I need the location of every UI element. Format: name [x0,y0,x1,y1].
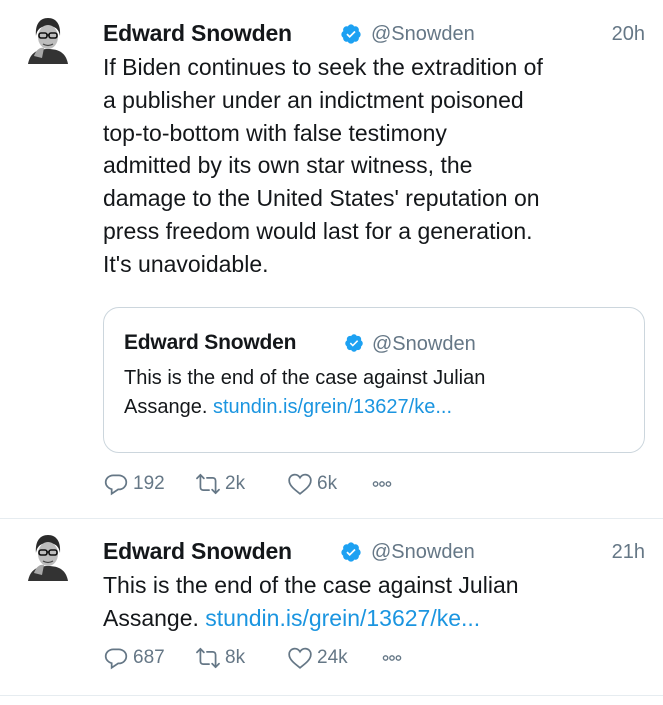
timestamp[interactable]: 21h [612,541,645,564]
retweet-count: 8k [225,647,246,668]
avatar[interactable] [26,533,70,581]
quoted-tweet-text: This is the end of the case against Juli… [124,364,634,422]
retweet-button[interactable]: 2k [195,470,245,498]
reply-icon [103,471,129,497]
reply-count: 687 [133,647,165,668]
retweet-count: 2k [225,473,246,494]
like-count: 24k [317,647,348,668]
tweet-actions: 192 2k 6k [103,470,523,498]
reply-count: 192 [133,473,165,494]
tweet-link[interactable]: stundin.is/grein/13627/ke... [205,605,480,631]
like-button[interactable]: 24k [287,644,348,672]
avatar[interactable] [26,16,70,64]
author-name[interactable]: Edward Snowden [103,20,292,47]
tweet-text: If Biden continues to seek the extraditi… [103,54,543,277]
quoted-link[interactable]: stundin.is/grein/13627/ke... [213,396,452,418]
heart-icon [287,471,313,497]
tweet-actions: 687 8k 24k [103,644,523,672]
retweet-icon [195,471,221,497]
quoted-author-name: Edward Snowden [124,331,297,354]
heart-icon [287,645,313,671]
more-icon [371,473,393,495]
timestamp[interactable]: 20h [612,23,645,46]
quoted-author-handle: @Snowden [372,333,476,355]
reply-icon [103,645,129,671]
like-button[interactable]: 6k [287,470,337,498]
verified-badge-icon [340,541,362,563]
reply-button[interactable]: 192 [103,470,165,498]
more-button[interactable] [371,470,393,498]
verified-badge-icon [340,23,362,45]
author-handle[interactable]: @Snowden [371,23,475,46]
tweet-divider [0,695,663,696]
author-name[interactable]: Edward Snowden [103,538,292,565]
verified-badge-icon [344,333,364,353]
reply-button[interactable]: 687 [103,644,165,672]
tweet-1[interactable]: Edward Snowden @Snowden 20h If Biden con… [0,0,663,518]
more-button[interactable] [381,644,403,672]
retweet-button[interactable]: 8k [195,644,245,672]
author-handle[interactable]: @Snowden [371,541,475,564]
quoted-tweet[interactable]: Edward Snowden @Snowden This is the end … [103,307,645,453]
like-count: 6k [317,473,338,494]
more-icon [381,647,403,669]
tweet-text: This is the end of the case against Juli… [103,569,653,635]
retweet-icon [195,645,221,671]
tweet-2[interactable]: Edward Snowden @Snowden 21h This is the … [0,519,663,695]
